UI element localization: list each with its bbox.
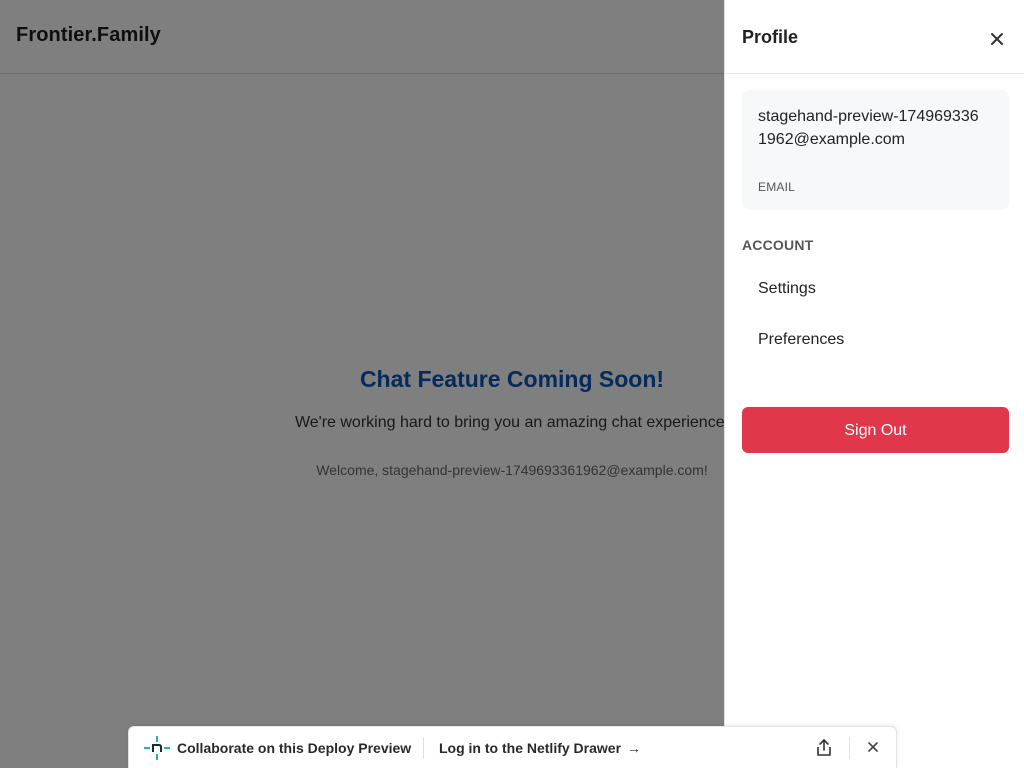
share-icon-svg — [817, 739, 831, 756]
share-icon[interactable] — [815, 738, 833, 758]
close-icon[interactable] — [987, 29, 1007, 49]
close-icon-svg — [868, 742, 878, 752]
email-label: EMAIL — [758, 180, 796, 194]
close-icon[interactable] — [866, 740, 880, 754]
account-section-label: ACCOUNT — [742, 237, 814, 253]
netlify-login-link[interactable]: Log in to the Netlify Drawer → — [439, 740, 641, 756]
drawer-header: Profile — [725, 0, 1024, 74]
arrow-right-icon: → — [627, 740, 642, 756]
bar-divider — [849, 737, 850, 759]
drawer-backdrop[interactable] — [0, 0, 724, 768]
email-card: stagehand-preview-1749693361962@example.… — [742, 90, 1009, 210]
preferences-menu-item[interactable]: Preferences — [742, 318, 1009, 362]
netlify-deploy-bar: Collaborate on this Deploy Preview Log i… — [128, 726, 897, 768]
app-root: Frontier.Family Chat Feature Coming Soon… — [0, 0, 1024, 768]
netlify-login-label: Log in to the Netlify Drawer — [439, 740, 622, 756]
settings-menu-item[interactable]: Settings — [742, 267, 1009, 311]
close-icon-svg — [991, 33, 1003, 45]
collaborate-label[interactable]: Collaborate on this Deploy Preview — [177, 740, 411, 756]
email-value: stagehand-preview-1749693361962@example.… — [758, 108, 979, 148]
drawer-title: Profile — [742, 27, 799, 47]
netlify-logo-icon — [144, 736, 170, 760]
netlify-logo-svg — [144, 736, 170, 760]
sign-out-button[interactable]: Sign Out — [742, 407, 1009, 453]
bar-divider — [423, 737, 424, 759]
profile-drawer: Profile stagehand-preview-1749693361962@… — [724, 0, 1024, 768]
